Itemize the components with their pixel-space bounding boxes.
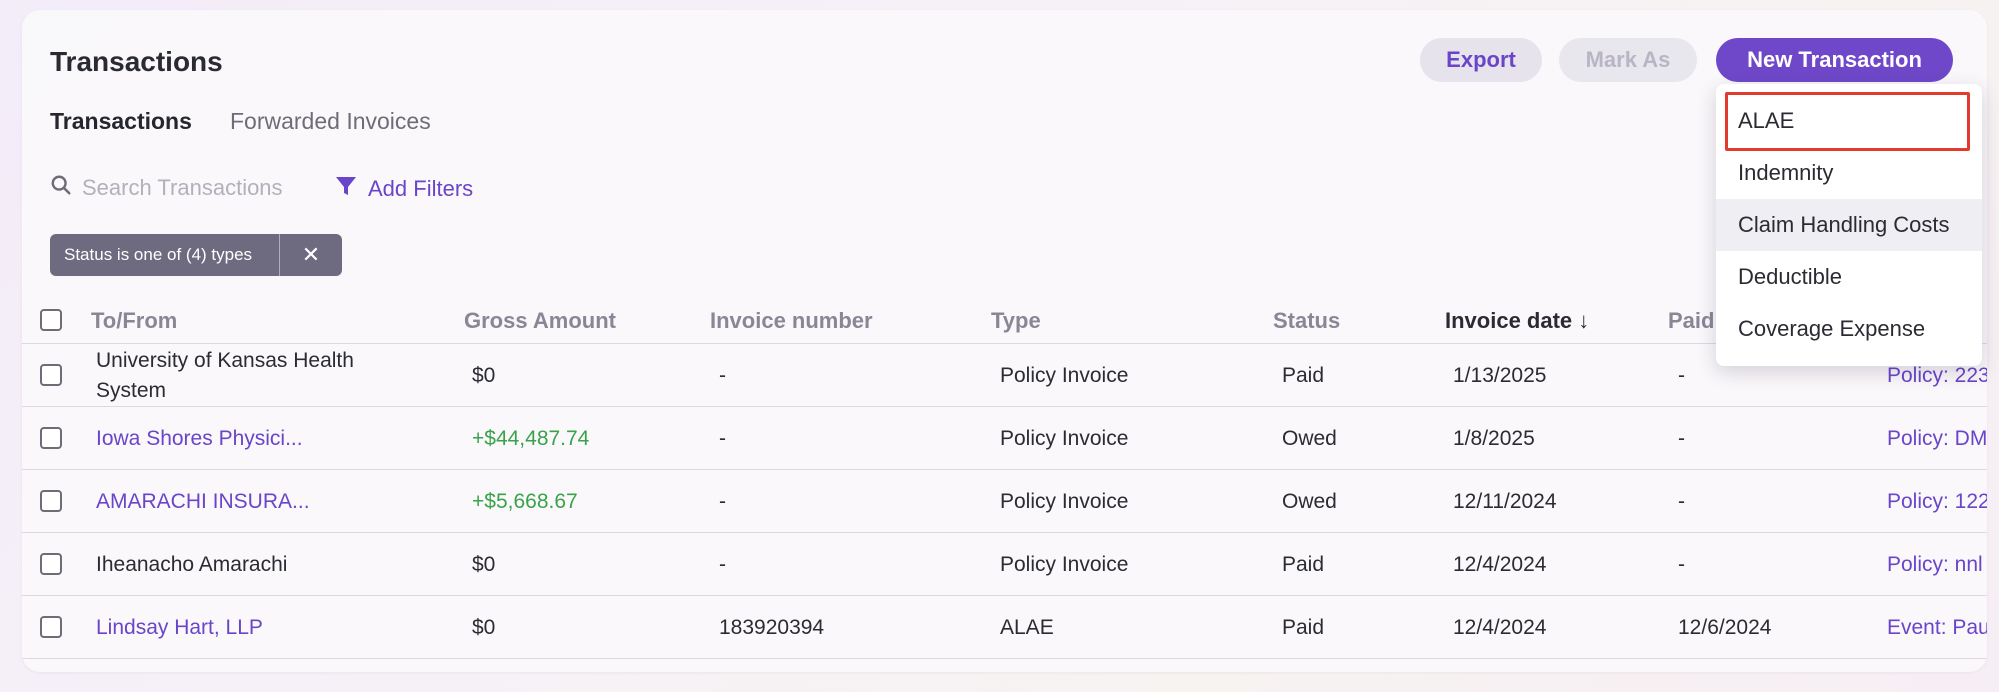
cell-status: Owed — [1282, 490, 1337, 513]
close-icon[interactable]: ✕ — [280, 234, 342, 276]
cell-invoice-number: - — [719, 364, 726, 387]
column-status[interactable]: Status — [1273, 308, 1340, 334]
tab-forwarded-invoices[interactable]: Forwarded Invoices — [230, 108, 431, 135]
cell-invoice-number: - — [719, 553, 726, 576]
cell-invoice-date: 1/8/2025 — [1453, 427, 1535, 450]
cell-status: Owed — [1282, 427, 1337, 450]
table-row[interactable]: AMARACHI INSURA... +$5,668.67 - Policy I… — [22, 470, 1987, 533]
cell-invoice-date: 12/11/2024 — [1453, 490, 1557, 513]
menu-item-alae[interactable]: ALAE — [1716, 95, 1982, 147]
search-box — [50, 174, 322, 201]
column-to-from[interactable]: To/From — [91, 308, 177, 334]
cell-type: ALAE — [1000, 616, 1054, 639]
cell-invoice-date: 12/4/2024 — [1453, 616, 1547, 639]
cell-type: Policy Invoice — [1000, 553, 1129, 576]
cell-gross-amount: +$5,668.67 — [472, 490, 578, 513]
cell-invoice-number: 183920394 — [719, 616, 825, 639]
cell-gross-amount: $0 — [472, 364, 496, 387]
column-type[interactable]: Type — [991, 308, 1041, 334]
table-row[interactable]: Iowa Shores Physici... +$44,487.74 - Pol… — [22, 407, 1987, 470]
cell-gross-amount: +$44,487.74 — [472, 427, 590, 450]
menu-item-coverage-expense[interactable]: Coverage Expense — [1716, 303, 1982, 355]
table-row[interactable]: University of Kansas Health System $0 - … — [22, 344, 1987, 407]
column-invoice-date[interactable]: Invoice date ↓ — [1445, 308, 1589, 334]
export-button[interactable]: Export — [1420, 38, 1542, 82]
menu-item-claim-handling-costs[interactable]: Claim Handling Costs — [1716, 199, 1982, 251]
mark-as-button[interactable]: Mark As — [1559, 38, 1697, 82]
cell-type: Policy Invoice — [1000, 490, 1129, 513]
cell-paid: 12/6/2024 — [1678, 616, 1772, 639]
cell-status: Paid — [1282, 616, 1325, 639]
cell-to-from[interactable]: Iowa Shores Physici... — [96, 427, 303, 451]
table-header: To/From Gross Amount Invoice number Type… — [22, 296, 1987, 344]
filter-icon — [334, 174, 368, 204]
cell-to-from[interactable]: Lindsay Hart, LLP — [96, 616, 263, 640]
row-checkbox[interactable] — [40, 427, 62, 449]
page-title: Transactions — [50, 46, 223, 77]
cell-type: Policy Invoice — [1000, 427, 1129, 450]
filter-chip-label: Status is one of (4) types — [50, 234, 280, 276]
cell-paid: - — [1678, 553, 1685, 576]
table-row[interactable]: Lindsay Hart, LLP $0 183920394 ALAE Paid… — [22, 596, 1987, 659]
new-transaction-menu: ALAE Indemnity Claim Handling Costs Dedu… — [1716, 84, 1982, 366]
row-checkbox[interactable] — [40, 553, 62, 575]
cell-invoice-date: 12/4/2024 — [1453, 553, 1547, 576]
select-all-checkbox[interactable] — [40, 309, 62, 331]
cell-reference-link[interactable]: Event: Pau — [1887, 616, 1987, 640]
tab-transactions[interactable]: Transactions — [50, 108, 192, 135]
column-invoice-number[interactable]: Invoice number — [710, 308, 873, 334]
row-checkbox[interactable] — [40, 490, 62, 512]
menu-item-indemnity[interactable]: Indemnity — [1716, 147, 1982, 199]
transactions-card: Transactions Export Mark As New Transact… — [22, 10, 1987, 672]
cell-status: Paid — [1282, 553, 1325, 576]
cell-gross-amount: $0 — [472, 616, 496, 639]
cell-type: Policy Invoice — [1000, 364, 1129, 387]
cell-gross-amount: $0 — [472, 553, 496, 576]
search-icon — [50, 174, 72, 201]
cell-reference-link[interactable]: Policy: 122 — [1887, 490, 1987, 514]
cell-paid: - — [1678, 490, 1685, 513]
cell-reference-link[interactable]: Policy: DM — [1887, 427, 1987, 451]
cell-reference-link[interactable]: Policy: nnl — [1887, 553, 1983, 577]
column-paid[interactable]: Paid — [1668, 308, 1714, 334]
cell-invoice-date: 1/13/2025 — [1453, 364, 1547, 387]
cell-reference-link[interactable]: Policy: 223 — [1887, 364, 1987, 388]
row-checkbox[interactable] — [40, 364, 62, 386]
cell-status: Paid — [1282, 364, 1325, 387]
search-input[interactable] — [82, 174, 322, 201]
cell-paid: - — [1678, 364, 1685, 387]
add-filters-label: Add Filters — [368, 176, 474, 201]
cell-to-from: University of Kansas Health System — [96, 349, 354, 402]
row-checkbox[interactable] — [40, 616, 62, 638]
column-gross-amount[interactable]: Gross Amount — [464, 308, 616, 334]
cell-invoice-number: - — [719, 490, 726, 513]
cell-to-from[interactable]: AMARACHI INSURA... — [96, 490, 310, 514]
new-transaction-button[interactable]: New Transaction — [1716, 38, 1953, 82]
cell-paid: - — [1678, 427, 1685, 450]
filter-chip-status: Status is one of (4) types ✕ — [50, 234, 342, 276]
menu-item-deductible[interactable]: Deductible — [1716, 251, 1982, 303]
table-row[interactable]: Iheanacho Amarachi $0 - Policy Invoice P… — [22, 533, 1987, 596]
cell-invoice-number: - — [719, 427, 726, 450]
add-filters-button[interactable]: Add Filters — [334, 174, 473, 204]
cell-to-from: Iheanacho Amarachi — [96, 553, 288, 576]
